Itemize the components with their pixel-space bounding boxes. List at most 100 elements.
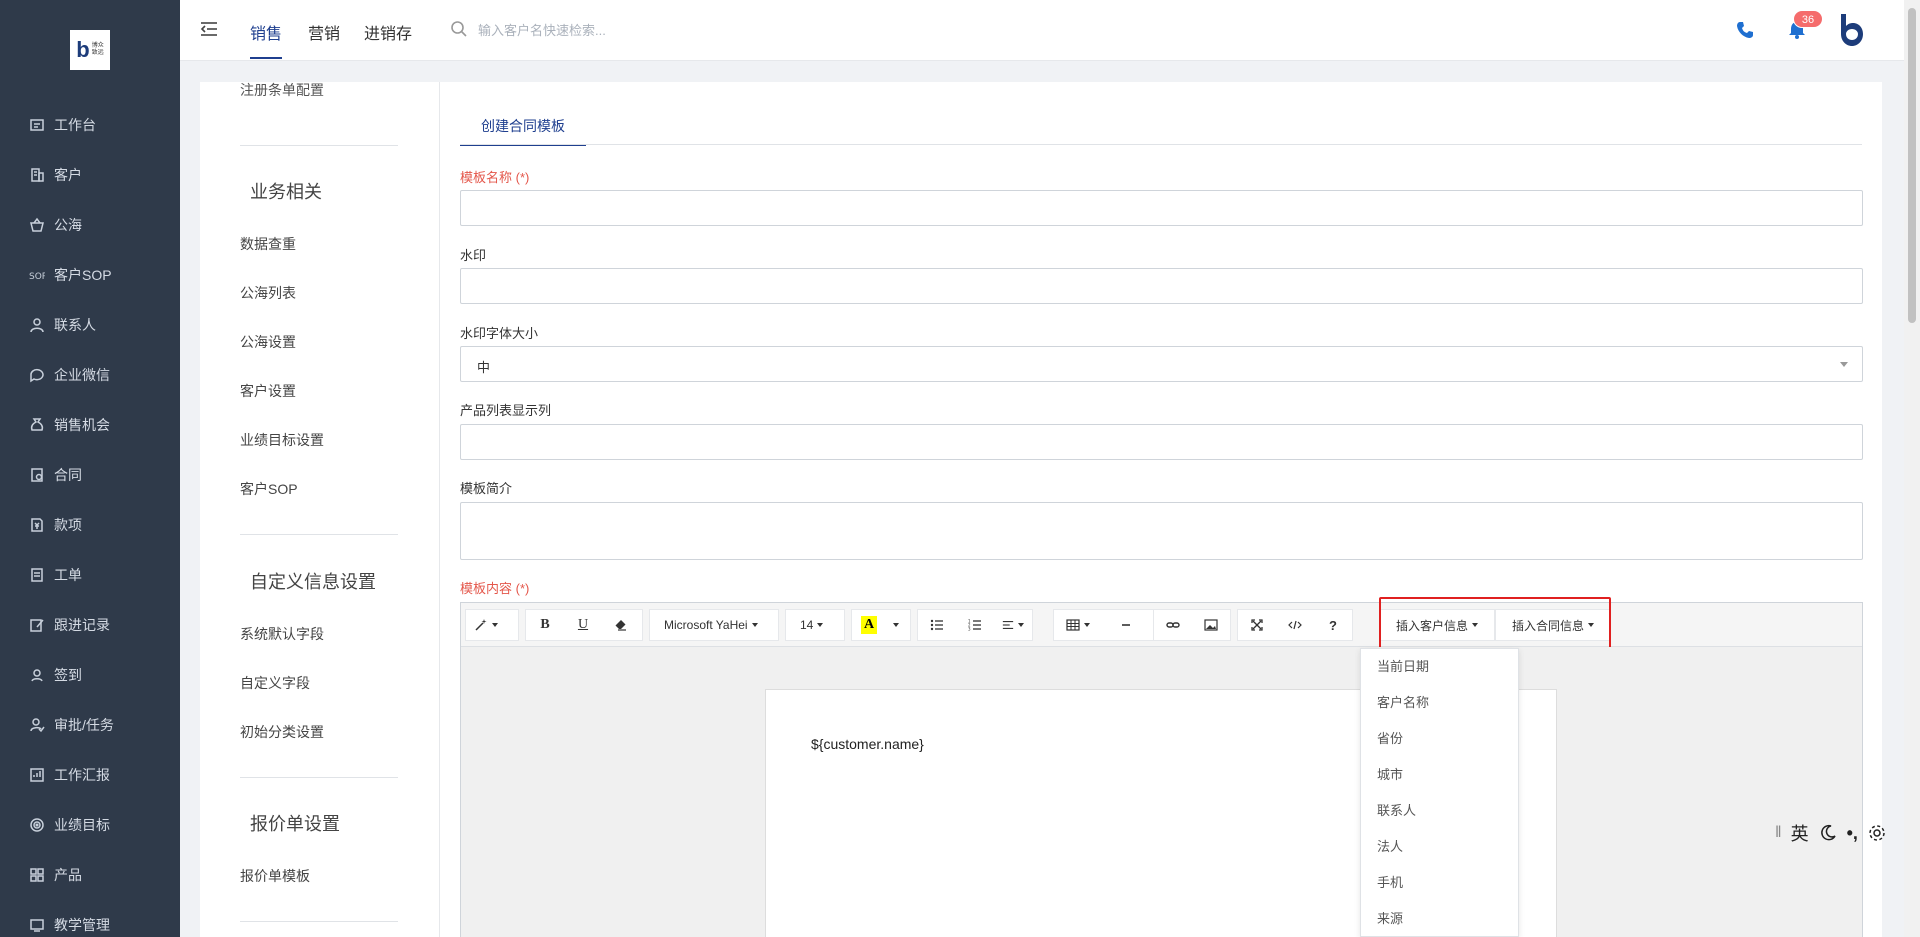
submenu-item-cutoff[interactable]: 注册条单配置: [240, 82, 324, 100]
highlight-color-button[interactable]: A: [852, 610, 886, 640]
tab-inventory[interactable]: 进销存: [364, 20, 412, 44]
numbered-list-button[interactable]: 123: [956, 610, 994, 640]
payment-icon: [28, 516, 46, 534]
clear-format-button[interactable]: [602, 610, 640, 640]
watermark-field[interactable]: [460, 268, 1863, 304]
highlight-a-icon: A: [861, 616, 877, 634]
tab-sales[interactable]: 销售: [250, 20, 282, 44]
ime-language-toggle[interactable]: 英: [1791, 820, 1809, 846]
submenu-item-pool-list[interactable]: 公海列表: [240, 283, 296, 303]
submenu-item-pool-settings[interactable]: 公海设置: [240, 332, 296, 352]
align-button[interactable]: [994, 610, 1032, 640]
template-intro-input[interactable]: [461, 503, 1862, 559]
font-size-select[interactable]: 14: [785, 609, 845, 641]
dropdown-item[interactable]: 手机: [1361, 865, 1518, 901]
submenu-item-target-settings[interactable]: 业绩目标设置: [240, 430, 324, 450]
sidebar-item-1[interactable]: 客户: [0, 150, 180, 200]
ime-handle-icon[interactable]: ‖: [1775, 824, 1782, 842]
sidebar-item-16[interactable]: 教学管理: [0, 900, 180, 937]
sidebar-item-0[interactable]: 工作台: [0, 100, 180, 150]
template-name-field[interactable]: [460, 190, 1863, 226]
submenu-item-customer-sop[interactable]: 客户SOP: [240, 479, 298, 499]
search-icon: [451, 21, 467, 37]
sidebar-item-3[interactable]: SOP 客户SOP: [0, 250, 180, 300]
submenu-item-initial-category[interactable]: 初始分类设置: [240, 722, 324, 742]
page-scrollbar[interactable]: [1904, 0, 1920, 937]
dropdown-item[interactable]: 当前日期: [1361, 649, 1518, 685]
sidebar-item-2[interactable]: 公海: [0, 200, 180, 250]
submenu-item-customer-settings[interactable]: 客户设置: [240, 381, 296, 401]
customer-search-input[interactable]: [478, 18, 778, 42]
approval-icon: [28, 716, 46, 734]
code-view-button[interactable]: [1276, 610, 1314, 640]
bold-button[interactable]: B: [526, 610, 564, 640]
app-logo[interactable]: b 博众 致远: [70, 30, 110, 70]
toolbar-group-lists: 123: [917, 609, 1033, 641]
sidebar-item-4[interactable]: 联系人: [0, 300, 180, 350]
submenu-item-custom-fields[interactable]: 自定义字段: [240, 673, 310, 693]
template-intro-label: 模板简介: [460, 481, 513, 496]
template-intro-textarea[interactable]: [460, 502, 1863, 560]
sidebar: b 博众 致远 工作台 客户 公海 SOP 客户SOP 联系人 企业微信 销售机会 合同款项工单…: [0, 0, 180, 937]
phone-icon[interactable]: [1735, 20, 1755, 40]
dropdown-item[interactable]: 联系人: [1361, 793, 1518, 829]
moon-icon[interactable]: [1818, 823, 1838, 843]
image-button[interactable]: [1192, 610, 1230, 640]
sidebar-item-5[interactable]: 企业微信: [0, 350, 180, 400]
dropdown-item[interactable]: 城市: [1361, 757, 1518, 793]
notification-badge: 36: [1793, 10, 1823, 28]
sidebar-item-12[interactable]: 审批/任务: [0, 700, 180, 750]
collapse-menu-icon[interactable]: [198, 18, 220, 40]
bullet-list-button[interactable]: [918, 610, 956, 640]
watermark-size-label: 水印字体大小: [460, 326, 539, 341]
sidebar-item-6[interactable]: 销售机会: [0, 400, 180, 450]
dropdown-item[interactable]: 省份: [1361, 721, 1518, 757]
link-button[interactable]: [1154, 610, 1192, 640]
tab-marketing[interactable]: 营销: [308, 20, 340, 44]
sidebar-item-label: 跟进记录: [54, 617, 110, 633]
magic-wand-style-button[interactable]: [466, 610, 506, 640]
underline-button[interactable]: U: [564, 610, 602, 640]
table-button[interactable]: [1054, 610, 1102, 640]
dropdown-item[interactable]: 来源: [1361, 901, 1518, 937]
dropdown-item[interactable]: 客户名称: [1361, 685, 1518, 721]
product-columns-label: 产品列表显示列: [460, 403, 552, 418]
submenu-item-quote-template[interactable]: 报价单模板: [240, 866, 310, 886]
sidebar-item-11[interactable]: 签到: [0, 650, 180, 700]
active-tab-indicator: [250, 57, 282, 59]
help-button[interactable]: ?: [1314, 610, 1352, 640]
sidebar-item-7[interactable]: 合同: [0, 450, 180, 500]
font-family-select[interactable]: Microsoft YaHei: [649, 609, 779, 641]
submenu-item-default-fields[interactable]: 系统默认字段: [240, 624, 324, 644]
code-icon: [1288, 620, 1302, 630]
font-family-value: Microsoft YaHei: [650, 610, 766, 640]
horizontal-rule-button[interactable]: [1102, 610, 1150, 640]
dropdown-item[interactable]: 法人: [1361, 829, 1518, 865]
watermark-input[interactable]: [461, 269, 1862, 303]
tab-create-contract-template[interactable]: 创建合同模板: [460, 112, 586, 146]
group-title-business: 业务相关: [250, 182, 322, 202]
sidebar-item-10[interactable]: 跟进记录: [0, 600, 180, 650]
font-size-label: 14: [800, 618, 814, 632]
brand-avatar-icon[interactable]: [1835, 12, 1865, 48]
product-columns-field[interactable]: [460, 424, 1863, 460]
template-content-label: 模板内容 (*): [460, 581, 530, 596]
watermark-size-select[interactable]: 中: [460, 346, 1863, 382]
submenu-item-data-dedup[interactable]: 数据查重: [240, 234, 296, 254]
sidebar-item-label: 款项: [54, 517, 82, 533]
fullscreen-button[interactable]: [1238, 610, 1276, 640]
sidebar-item-14[interactable]: 业绩目标: [0, 800, 180, 850]
editor-content-text[interactable]: ${customer.name}: [811, 736, 924, 752]
product-columns-input[interactable]: [461, 425, 1862, 459]
highlight-color-dropdown[interactable]: [886, 610, 906, 640]
sidebar-item-15[interactable]: 产品: [0, 850, 180, 900]
gear-icon[interactable]: [1867, 823, 1887, 843]
toolbar-group-format: B U: [525, 609, 643, 641]
ime-punctuation-toggle[interactable]: •,: [1847, 823, 1858, 844]
template-name-input[interactable]: [461, 191, 1862, 225]
sidebar-item-8[interactable]: 款项: [0, 500, 180, 550]
sidebar-item-13[interactable]: 工作汇报: [0, 750, 180, 800]
ime-toolbar: ‖ 英 •,: [1775, 818, 1901, 848]
sidebar-item-9[interactable]: 工单: [0, 550, 180, 600]
scrollbar-thumb[interactable]: [1908, 8, 1916, 323]
